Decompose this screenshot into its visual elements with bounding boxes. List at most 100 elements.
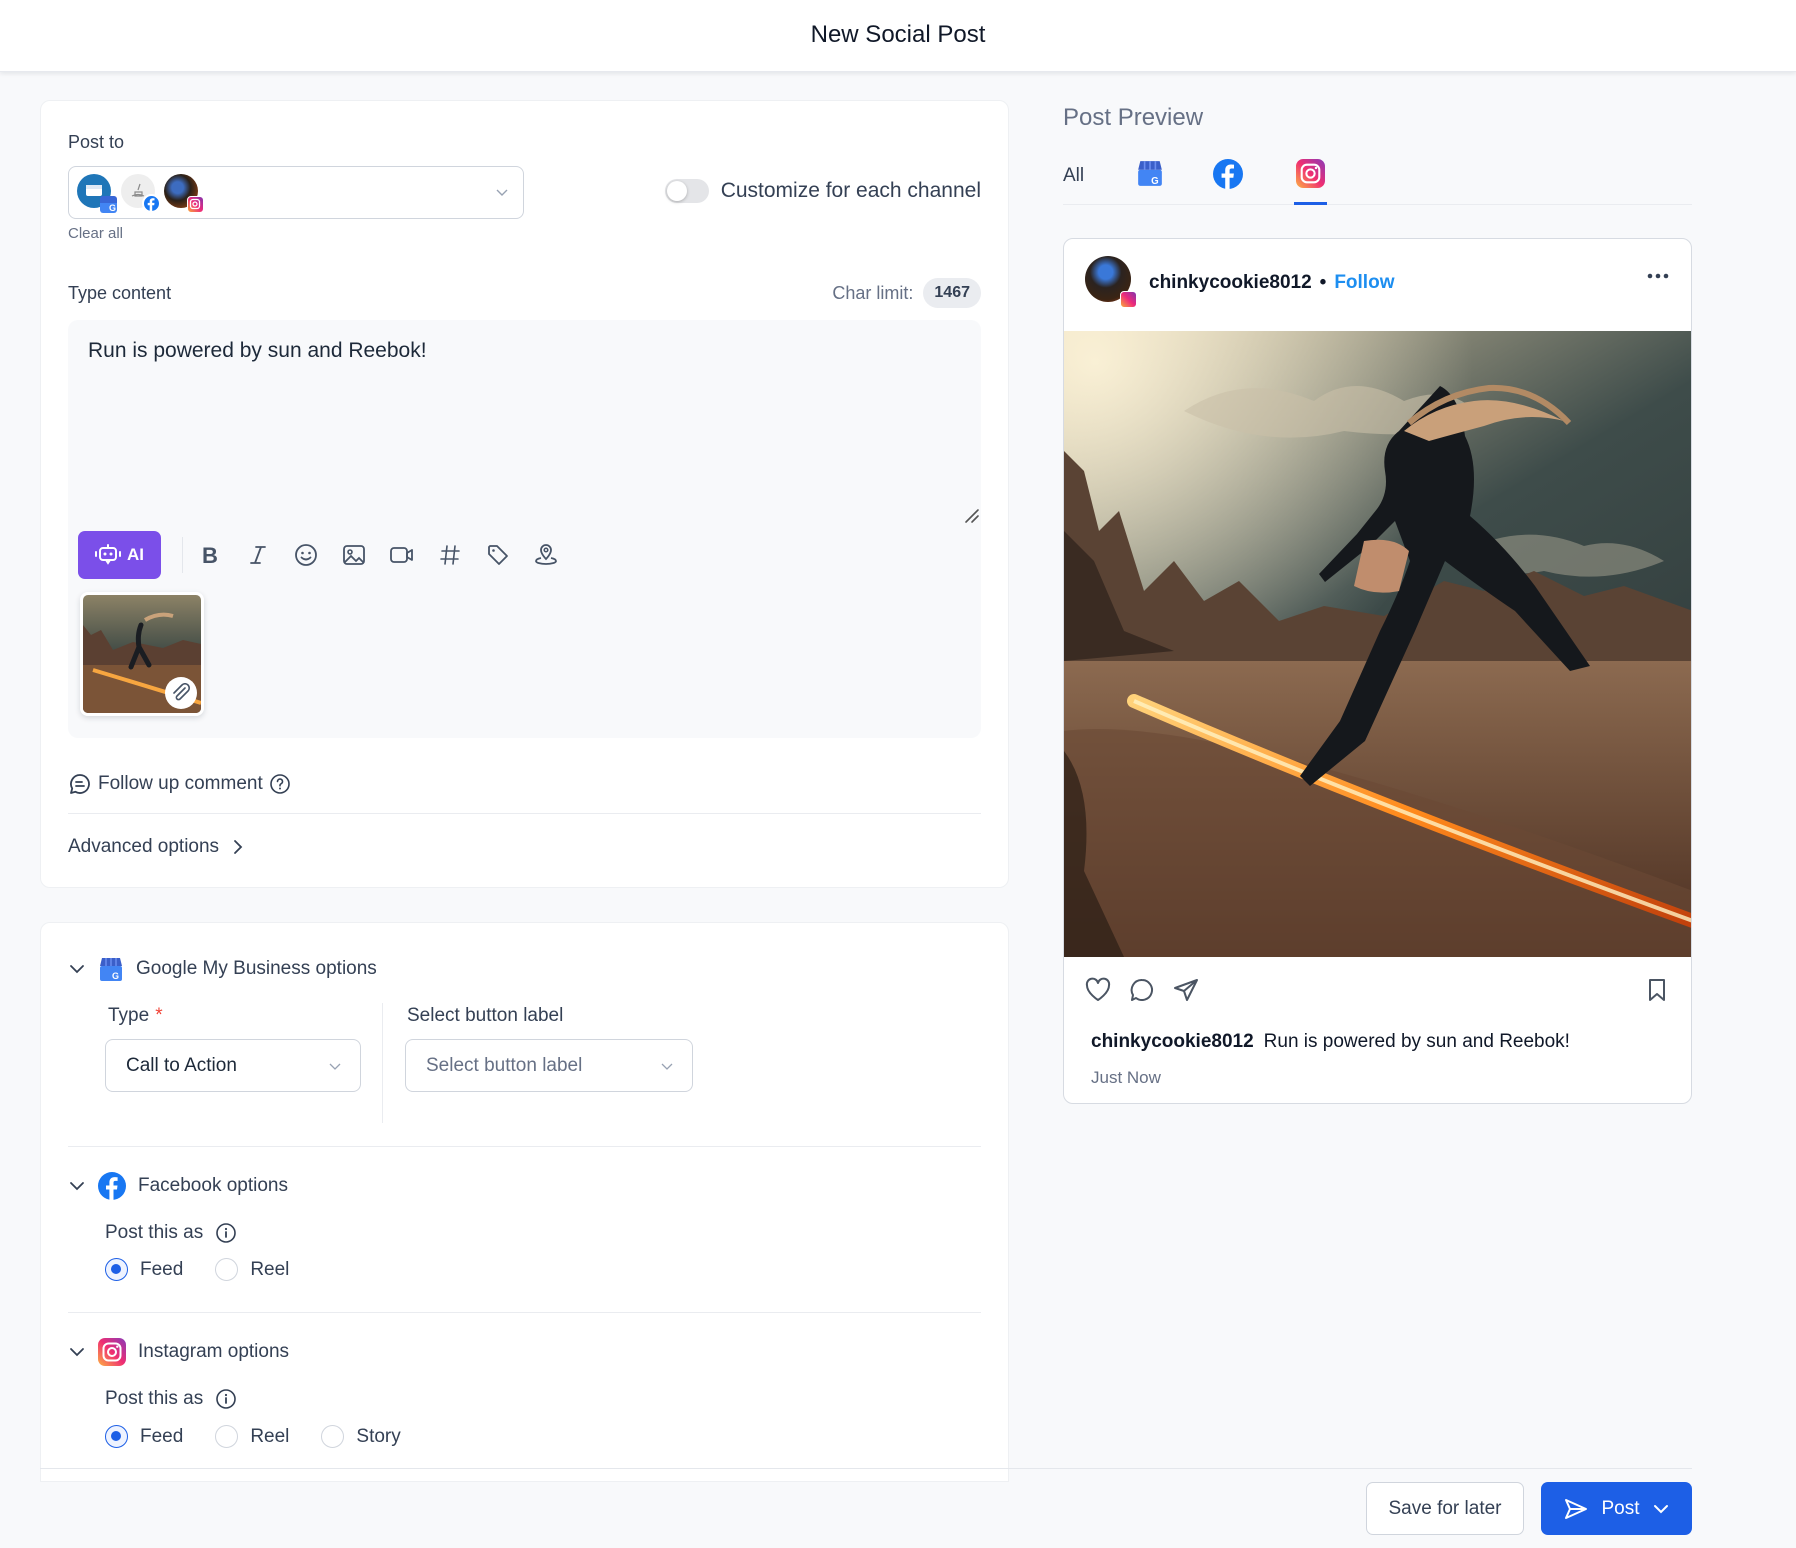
instagram-badge-icon	[187, 196, 204, 213]
gmb-type-select[interactable]: Call to Action	[105, 1039, 361, 1092]
edit-media-button[interactable]	[165, 677, 197, 709]
divider	[68, 813, 981, 814]
content-text[interactable]: Run is powered by sun and Reebok!	[88, 339, 427, 363]
help-icon[interactable]	[269, 773, 291, 795]
preview-tab-google-my-business[interactable]: G	[1135, 159, 1165, 204]
facebook-options-header[interactable]: Facebook options	[68, 1172, 288, 1200]
follow-link[interactable]: Follow	[1334, 272, 1394, 294]
image-icon[interactable]	[341, 542, 367, 568]
facebook-icon	[1213, 159, 1243, 189]
post-to-label: Post to	[68, 132, 125, 152]
account-avatar-instagram[interactable]	[164, 174, 204, 213]
hashtag-icon[interactable]	[437, 542, 463, 568]
save-for-later-button[interactable]: Save for later	[1366, 1482, 1524, 1535]
account-avatar-facebook[interactable]	[121, 174, 161, 213]
attached-media-thumbnail[interactable]	[80, 592, 204, 716]
tag-icon[interactable]	[485, 542, 511, 568]
svg-text:G: G	[1151, 176, 1159, 187]
instagram-radio-story[interactable]: Story	[321, 1425, 401, 1448]
gmb-type-value: Call to Action	[126, 1054, 237, 1076]
resize-handle-icon[interactable]	[963, 507, 981, 525]
facebook-post-type-radios: Feed Reel	[105, 1258, 321, 1281]
chevron-right-icon	[234, 840, 243, 854]
facebook-post-as-text: Post this as	[105, 1222, 204, 1243]
account-avatar-gmb[interactable]: G	[77, 174, 117, 213]
follow-up-comment-row[interactable]: Follow up comment	[68, 772, 291, 796]
char-limit: Char limit: 1467	[832, 278, 981, 308]
preview-tabs: All G	[1063, 156, 1692, 205]
button-label-select[interactable]: Select button label	[405, 1039, 693, 1092]
radio-selected[interactable]	[105, 1425, 128, 1448]
post-timestamp: Just Now	[1091, 1068, 1161, 1087]
facebook-radio-feed[interactable]: Feed	[105, 1258, 183, 1281]
runner-image	[1064, 331, 1691, 957]
chevron-down-icon[interactable]	[1652, 1500, 1670, 1518]
preview-tab-facebook[interactable]	[1213, 159, 1243, 204]
page-header: New Social Post	[0, 0, 1796, 72]
facebook-options-title: Facebook options	[138, 1175, 288, 1196]
radio-label: Feed	[140, 1258, 184, 1280]
radio-unselected[interactable]	[215, 1258, 239, 1281]
emoji-icon[interactable]	[293, 542, 319, 568]
radio-selected[interactable]	[105, 1258, 128, 1281]
bookmark-icon[interactable]	[1645, 977, 1669, 1003]
italic-icon[interactable]	[245, 542, 271, 568]
instagram-options-header[interactable]: Instagram options	[68, 1338, 289, 1366]
more-options-icon[interactable]	[1647, 273, 1669, 279]
video-icon[interactable]	[389, 542, 415, 568]
radio-unselected[interactable]	[215, 1425, 239, 1448]
svg-text:G: G	[109, 203, 116, 213]
post-button[interactable]: Post	[1541, 1482, 1692, 1535]
comment-icon[interactable]	[1128, 977, 1156, 1003]
chevron-down-icon	[661, 1063, 673, 1070]
svg-text:B: B	[202, 544, 218, 566]
post-image	[1064, 331, 1691, 957]
google-my-business-icon: G	[1138, 161, 1162, 187]
bold-icon[interactable]: B	[197, 542, 223, 568]
instagram-radio-reel[interactable]: Reel	[215, 1425, 289, 1448]
preview-tab-instagram[interactable]	[1294, 159, 1327, 205]
content-editor[interactable]: Run is powered by sun and Reebok! AI B	[68, 320, 981, 738]
location-icon[interactable]	[533, 542, 559, 568]
toolbar-divider	[182, 537, 183, 573]
account-select[interactable]: G	[68, 166, 524, 219]
send-icon	[1565, 1498, 1588, 1519]
info-icon[interactable]	[215, 1388, 237, 1410]
share-icon[interactable]	[1172, 977, 1200, 1003]
char-limit-badge: 1467	[923, 278, 981, 308]
instagram-radio-feed[interactable]: Feed	[105, 1425, 183, 1448]
button-label-label: Select button label	[407, 1005, 564, 1026]
gmb-options-header[interactable]: G Google My Business options	[68, 956, 377, 982]
advanced-options-toggle[interactable]: Advanced options	[68, 836, 245, 858]
facebook-badge-icon	[142, 194, 161, 213]
facebook-radio-reel[interactable]: Reel	[215, 1258, 289, 1281]
post-preview-title: Post Preview	[1063, 104, 1204, 131]
chevron-down-icon	[70, 1182, 84, 1191]
svg-text:G: G	[112, 971, 119, 981]
column-divider	[382, 1003, 383, 1123]
customize-toggle[interactable]	[664, 179, 709, 203]
caption-username: chinkycookie8012	[1091, 1031, 1254, 1052]
divider	[68, 1312, 981, 1313]
editor-toolbar: AI B	[78, 531, 581, 579]
clear-all-link[interactable]: Clear all	[68, 225, 123, 242]
gmb-options-title: Google My Business options	[136, 958, 377, 979]
radio-label: Reel	[250, 1258, 290, 1280]
preview-tab-all[interactable]: All	[1063, 165, 1084, 210]
gmb-type-label: Type *	[108, 1005, 163, 1027]
heart-icon[interactable]	[1084, 977, 1112, 1003]
radio-label: Reel	[250, 1425, 290, 1447]
type-content-label: Type content	[68, 283, 172, 303]
post-caption: chinkycookie8012 Run is powered by sun an…	[1091, 1031, 1570, 1053]
radio-unselected[interactable]	[321, 1425, 345, 1448]
separator-dot: •	[1319, 272, 1327, 293]
instagram-post-as-label: Post this as	[105, 1388, 237, 1410]
preview-username: chinkycookie8012	[1149, 272, 1312, 293]
required-asterisk: *	[155, 1005, 163, 1026]
instagram-post-as-text: Post this as	[105, 1388, 204, 1409]
divider	[68, 1146, 981, 1147]
info-icon[interactable]	[215, 1222, 237, 1244]
radio-label: Story	[356, 1425, 401, 1447]
ai-assist-button[interactable]: AI	[78, 531, 161, 579]
instagram-badge-icon	[1120, 291, 1137, 308]
